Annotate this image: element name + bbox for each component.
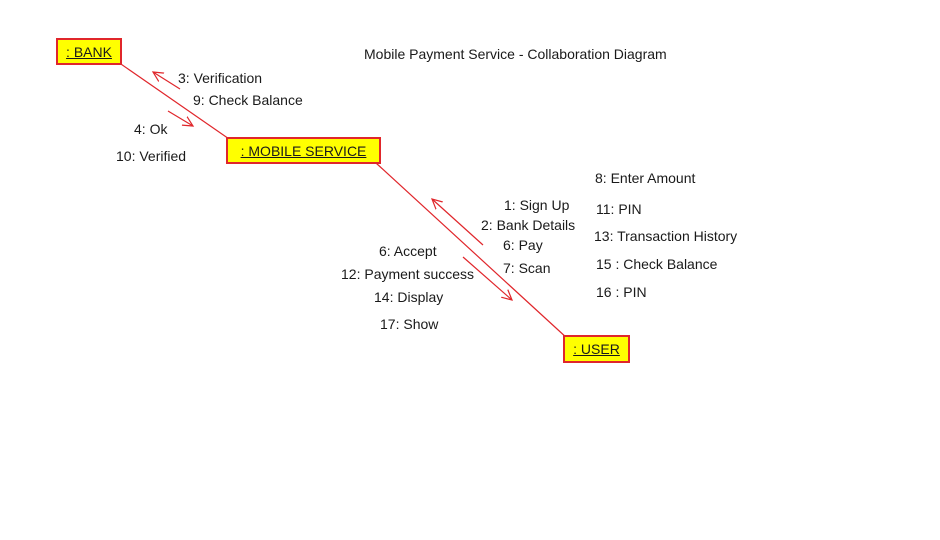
message-pin-16: 16 : PIN: [596, 284, 647, 300]
message-display: 14: Display: [374, 289, 444, 305]
diagram-title: Mobile Payment Service - Collaboration D…: [364, 46, 667, 62]
message-transaction-history: 13: Transaction History: [594, 228, 738, 244]
message-scan: 7: Scan: [503, 260, 551, 276]
message-verified: 10: Verified: [116, 148, 187, 164]
message-payment-success: 12: Payment success: [341, 266, 475, 282]
message-check-balance: 9: Check Balance: [193, 92, 303, 108]
message-ok: 4: Ok: [134, 121, 168, 137]
message-bank-details: 2: Bank Details: [481, 217, 576, 233]
object-bank: : BANK: [56, 38, 122, 65]
object-user: : USER: [563, 335, 630, 363]
message-enter-amount: 8: Enter Amount: [595, 170, 696, 186]
message-accept: 6: Accept: [379, 243, 437, 259]
message-pin: 11: PIN: [596, 201, 642, 217]
arrow-to-bank: [153, 72, 181, 90]
object-mobile-service: : MOBILE SERVICE: [226, 137, 381, 164]
message-pay: 6: Pay: [503, 237, 543, 253]
message-verification: 3: Verification: [178, 70, 263, 86]
message-sign-up: 1: Sign Up: [504, 197, 570, 213]
message-show: 17: Show: [380, 316, 439, 332]
arrow-to-service: [167, 110, 193, 126]
message-check-balance-user: 15 : Check Balance: [596, 256, 718, 272]
